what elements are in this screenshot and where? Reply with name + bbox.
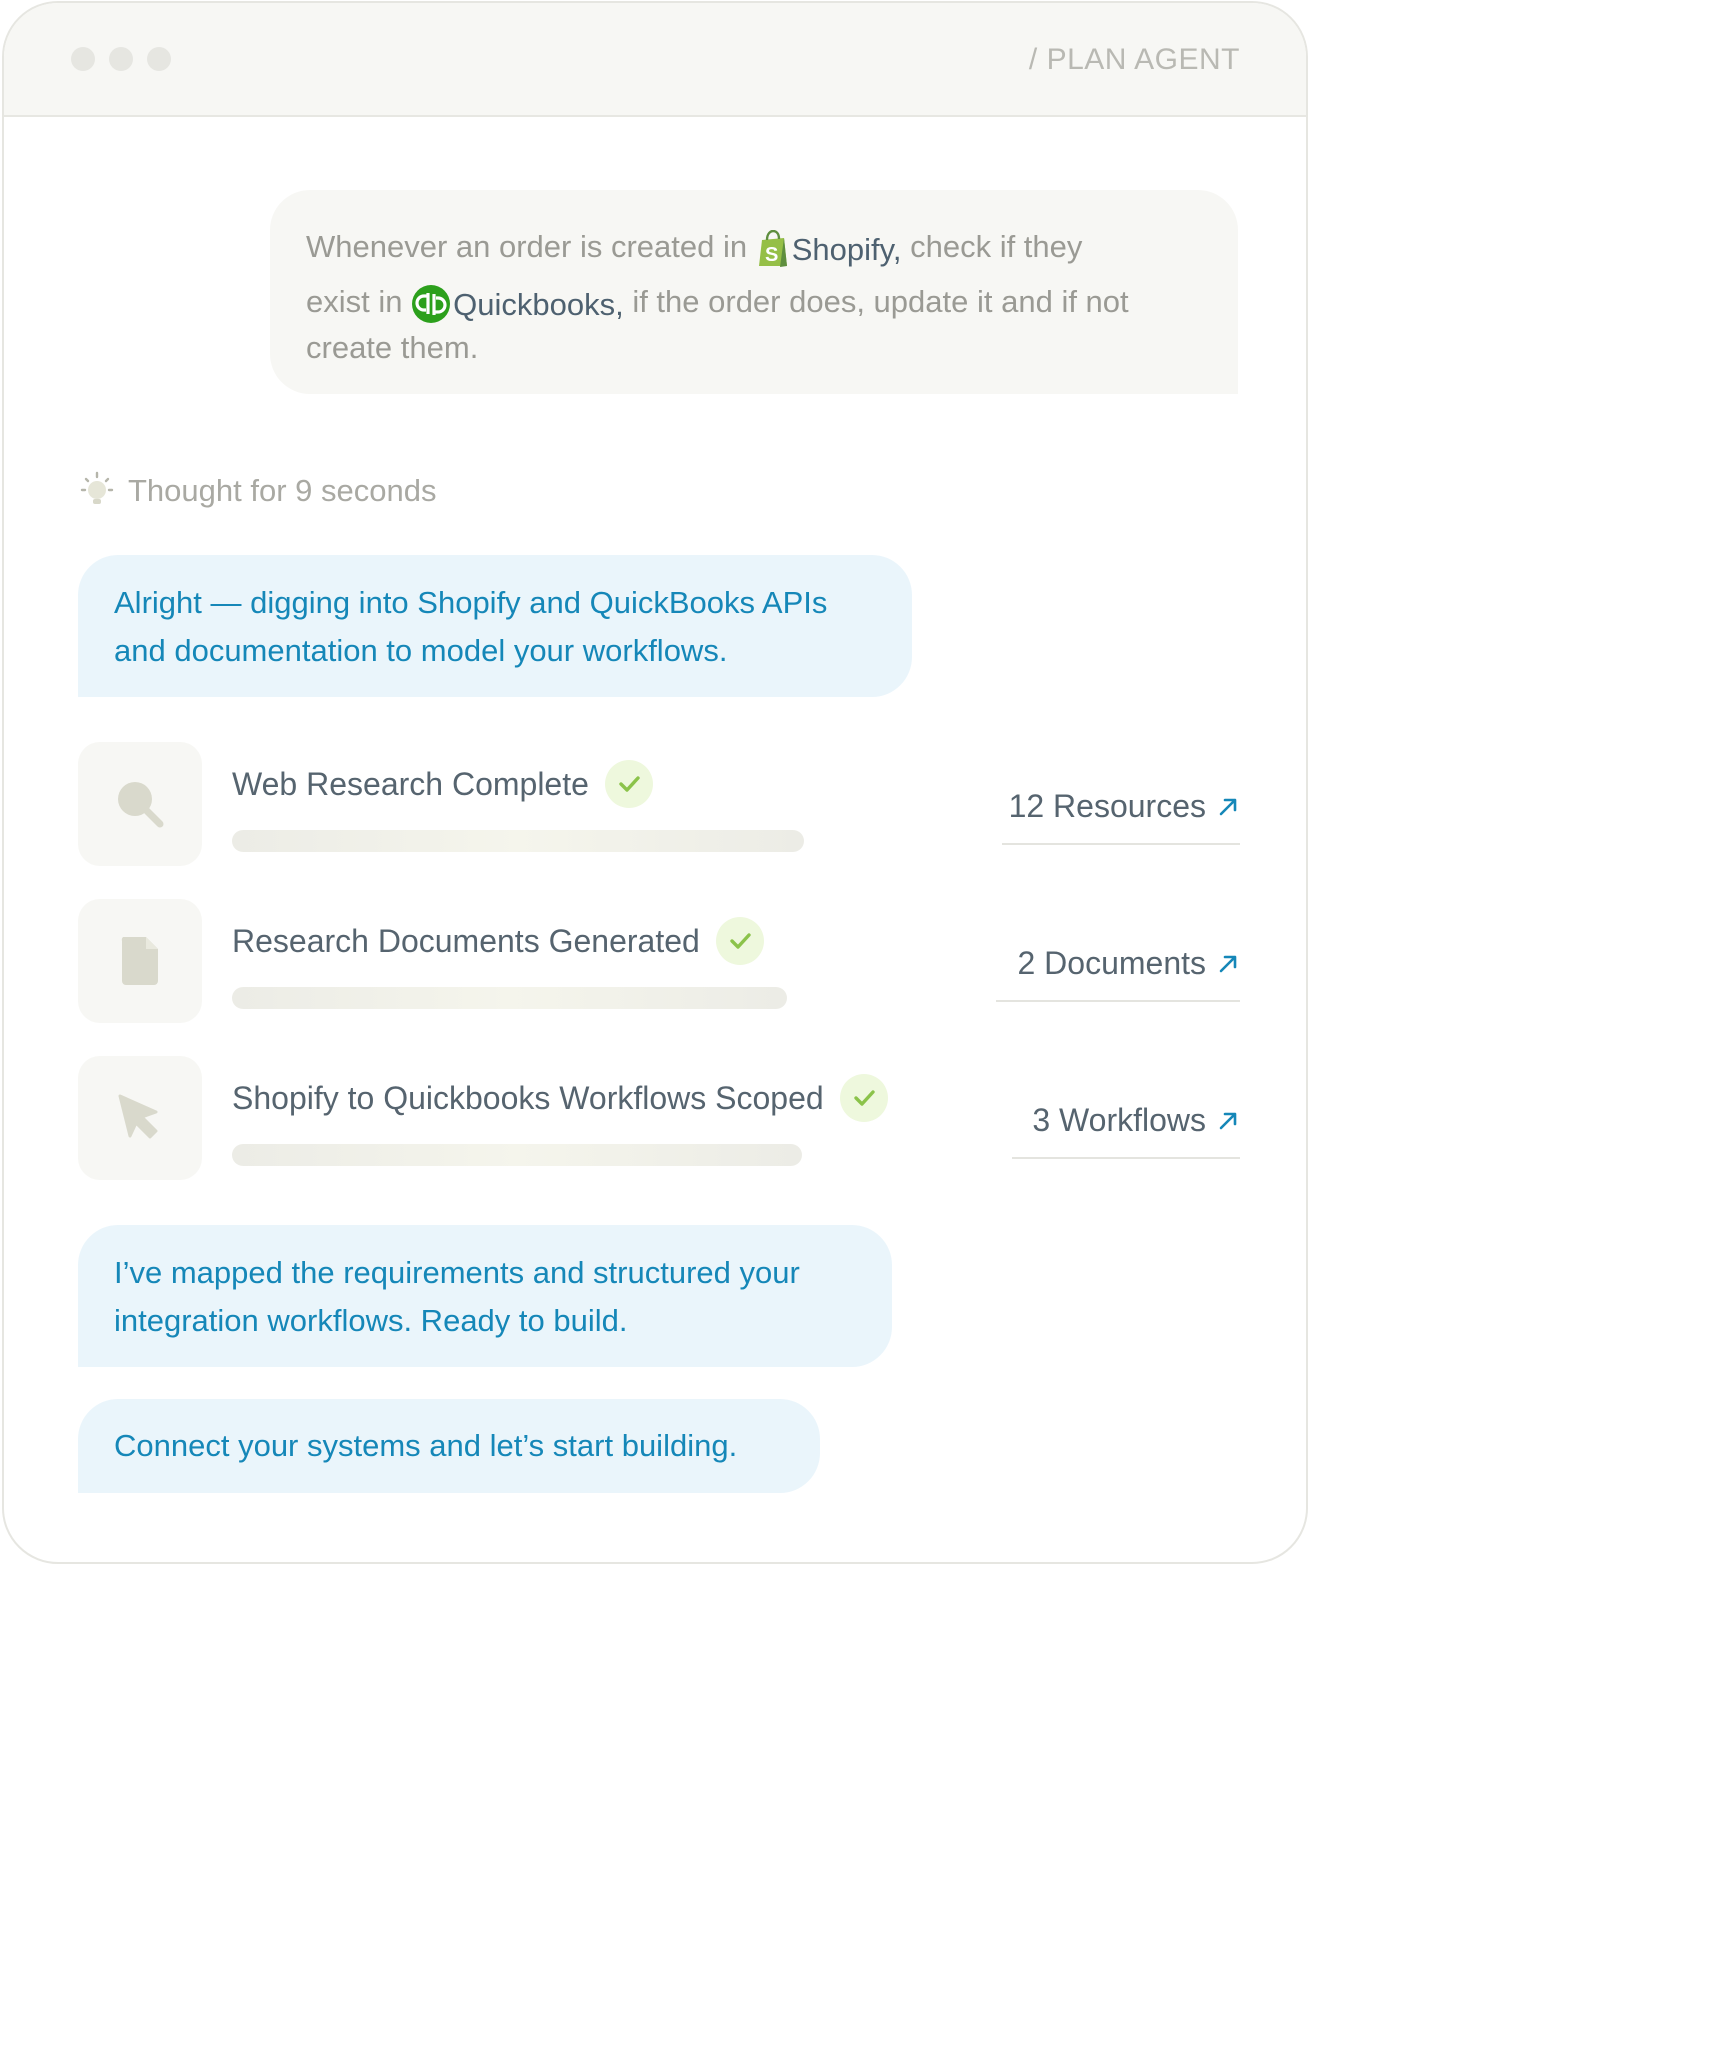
user-message-line-2: exist in Quickbooks, if the order does, … — [306, 284, 1129, 324]
task-row: Web Research Complete 12 Resources — [78, 742, 1240, 866]
window-minimize-dot[interactable] — [109, 47, 133, 71]
check-icon — [715, 917, 764, 965]
user-message-line-3: create them. — [306, 330, 479, 365]
message-text: Whenever an order is created in — [306, 229, 748, 265]
quickbooks-icon — [412, 285, 451, 323]
agent-message-bubble: Alright — digging into Shopify and Quick… — [78, 555, 912, 697]
task-link[interactable]: 3 Workflows — [1012, 1102, 1240, 1159]
window-close-dot[interactable] — [71, 47, 95, 71]
lightbulb-icon — [80, 471, 114, 504]
task-link-label: 2 Documents — [1017, 945, 1206, 981]
arrow-up-right-icon — [1219, 955, 1237, 972]
task-icon-tile — [78, 742, 202, 866]
app-window: / PLAN AGENT Whenever an order is create… — [2, 1, 1308, 1564]
shopify-brand: S Shopify, — [756, 230, 902, 268]
quickbooks-brand: Quickbooks, — [411, 284, 624, 324]
breadcrumb: / PLAN AGENT — [1028, 43, 1240, 76]
shopify-name: Shopify, — [791, 231, 902, 267]
search-icon — [118, 782, 164, 828]
task-title-text: Web Research Complete — [232, 765, 589, 802]
window-zoom-dot[interactable] — [147, 47, 171, 71]
task-title-text: Shopify to Quickbooks Workflows Scoped — [232, 1079, 824, 1116]
task-link-label: 12 Resources — [1008, 788, 1206, 824]
agent-message-bubble: I’ve mapped the requirements and structu… — [78, 1225, 892, 1367]
task-link[interactable]: 12 Resources — [1002, 788, 1240, 845]
thought-label: Thought for 9 seconds — [128, 473, 437, 508]
task-link[interactable]: 2 Documents — [996, 945, 1240, 1002]
agent-message-bubble: Connect your systems and let’s start bui… — [78, 1399, 820, 1493]
check-icon — [604, 760, 653, 808]
task-title: Shopify to Quickbooks Workflows Scoped — [232, 1074, 888, 1122]
task-title: Web Research Complete — [232, 760, 653, 808]
task-row: Shopify to Quickbooks Workflows Scoped 3… — [78, 1056, 1240, 1180]
arrow-up-right-icon — [1219, 1112, 1237, 1129]
message-text: exist in — [306, 284, 403, 320]
task-progress-bar — [232, 830, 804, 852]
quickbooks-name: Quickbooks, — [453, 286, 624, 322]
title-bar: / PLAN AGENT — [4, 3, 1306, 117]
arrow-up-right-icon — [1219, 798, 1237, 815]
cursor-icon — [118, 1094, 158, 1139]
document-icon — [121, 937, 158, 985]
task-title: Research Documents Generated — [232, 917, 764, 965]
user-message-bubble: Whenever an order is created in S Shopif… — [270, 190, 1238, 394]
task-progress-bar — [232, 1144, 802, 1166]
shopify-icon: S — [758, 230, 787, 267]
user-message-line-1: Whenever an order is created in S Shopif… — [306, 230, 1082, 268]
thought-indicator[interactable]: Thought for 9 seconds — [76, 469, 436, 513]
task-icon-tile — [78, 899, 202, 1023]
task-link-label: 3 Workflows — [1032, 1102, 1206, 1138]
check-icon — [839, 1074, 888, 1122]
task-title-text: Research Documents Generated — [232, 922, 700, 959]
task-row: Research Documents Generated 2 Documents — [78, 899, 1240, 1023]
message-text: check if they — [910, 229, 1083, 265]
svg-text:S: S — [765, 244, 778, 266]
task-progress-bar — [232, 987, 787, 1009]
task-icon-tile — [78, 1056, 202, 1180]
message-text: if the order does, update it and if not — [632, 284, 1129, 320]
